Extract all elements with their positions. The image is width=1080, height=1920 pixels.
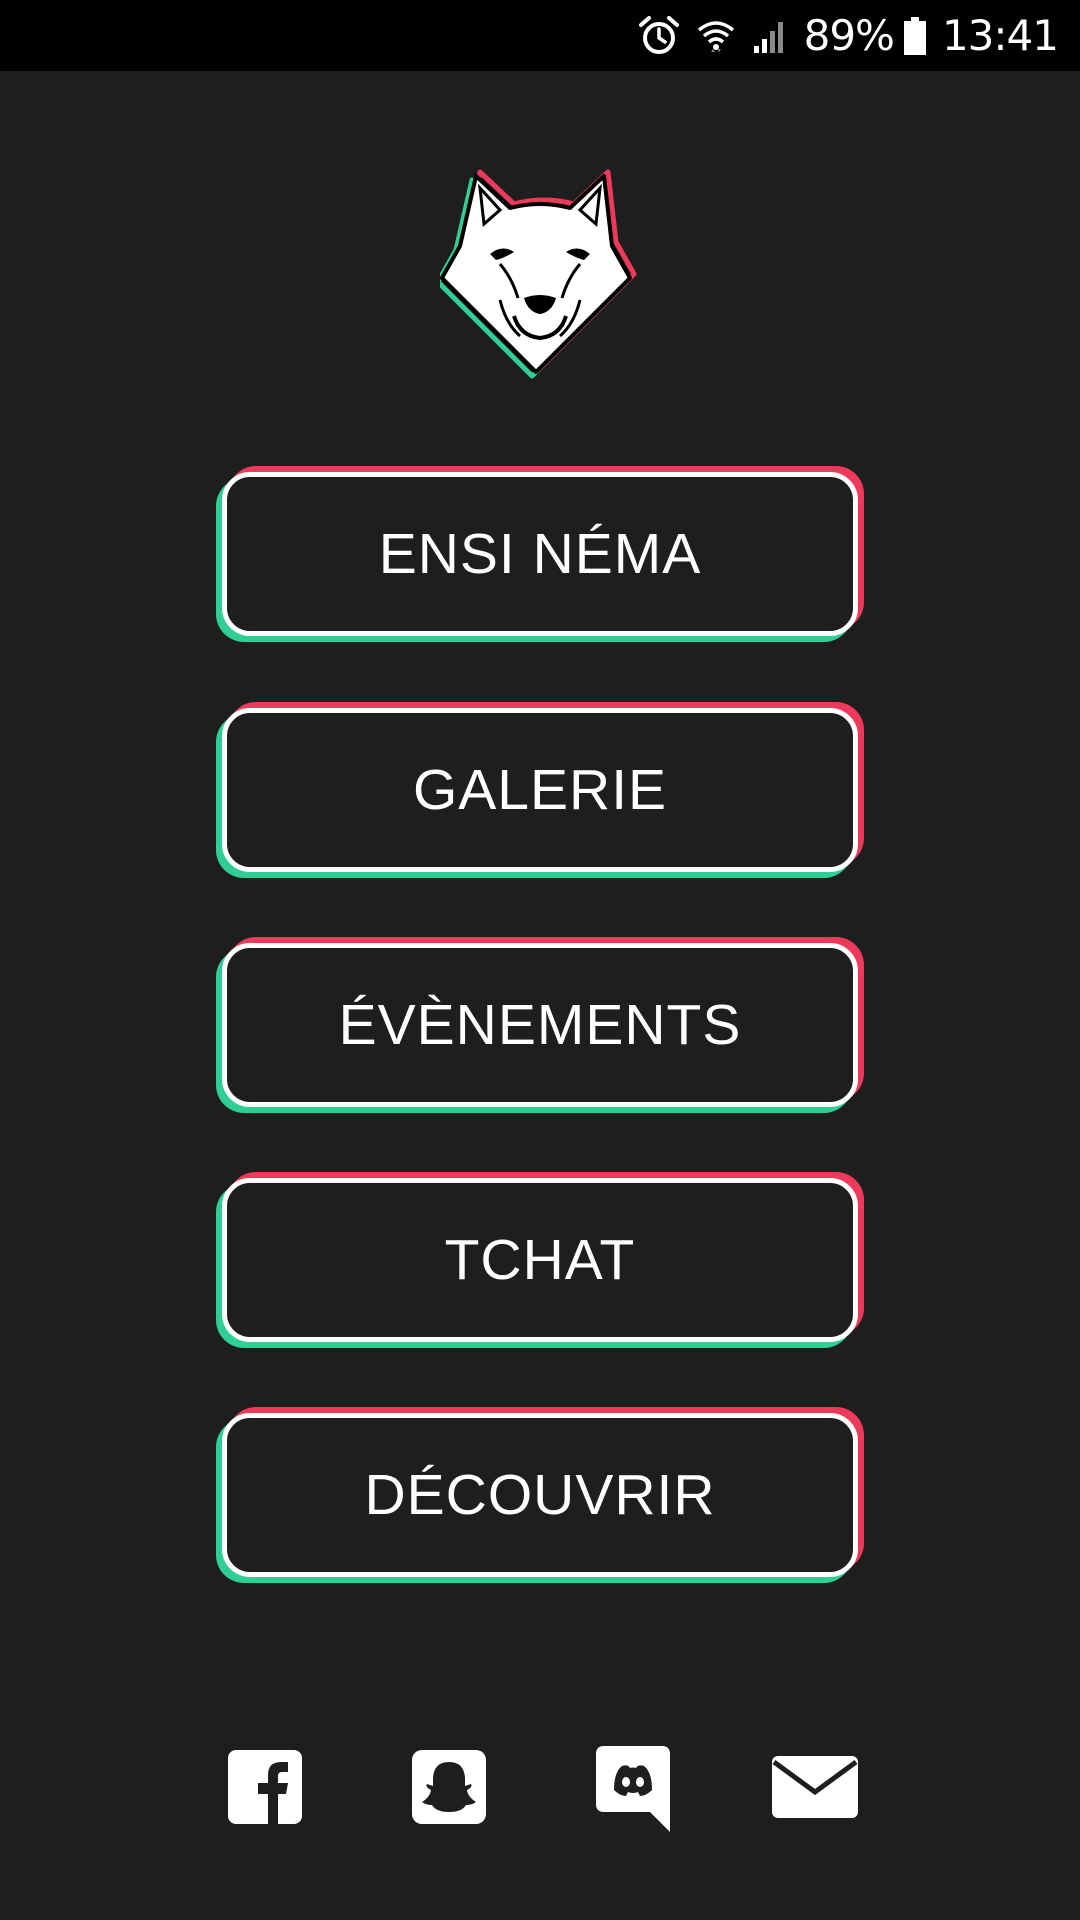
menu-button-tchat[interactable]: TCHAT <box>222 1178 858 1342</box>
menu-button-label: ÉVÈNEMENTS <box>338 993 742 1057</box>
menu-button-label: TCHAT <box>444 1228 636 1292</box>
alarm-icon <box>638 15 680 57</box>
social-links <box>0 1742 1080 1832</box>
menu-button-label: ENSI NÉMA <box>378 522 702 586</box>
snapchat-icon[interactable] <box>404 1742 494 1832</box>
battery-icon <box>903 16 926 55</box>
menu-button-decouvrir[interactable]: DÉCOUVRIR <box>222 1413 858 1577</box>
battery-percent: 89% <box>803 11 895 60</box>
menu-button-label: DÉCOUVRIR <box>364 1463 716 1527</box>
signal-icon <box>752 18 788 54</box>
menu-button-ensi-nema[interactable]: ENSI NÉMA <box>222 472 858 636</box>
wifi-icon <box>696 16 736 56</box>
mail-icon[interactable] <box>770 1742 860 1832</box>
status-bar: 89% 13:41 <box>0 0 1080 71</box>
menu-button-label: GALERIE <box>412 758 668 822</box>
clock: 13:41 <box>941 11 1059 60</box>
discord-icon[interactable] <box>588 1742 678 1832</box>
facebook-icon[interactable] <box>220 1742 310 1832</box>
menu-button-galerie[interactable]: GALERIE <box>222 708 858 872</box>
wolf-logo <box>435 166 640 386</box>
menu-button-evenements[interactable]: ÉVÈNEMENTS <box>222 943 858 1107</box>
